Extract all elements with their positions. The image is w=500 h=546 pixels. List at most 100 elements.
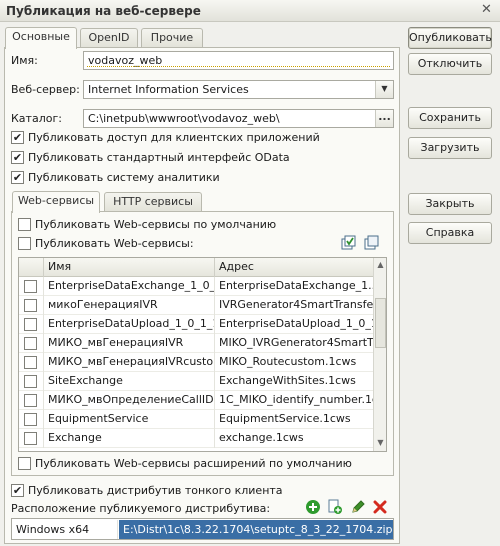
table-header: Имя Адрес <box>19 258 373 277</box>
publish-thin-client-checkbox[interactable]: ✔ <box>11 484 24 497</box>
service-name: EquipmentService <box>44 410 215 429</box>
service-address: EquipmentService.1cws <box>219 412 351 425</box>
distributive-location-label: Расположение публикуемого дистрибутива: <box>11 502 271 515</box>
service-address: 1C_MIKO_identify_number.1c... <box>219 393 373 406</box>
header-check-column <box>19 258 44 277</box>
scroll-up-icon[interactable]: ▲ <box>374 258 386 272</box>
table-row[interactable]: Windows x64 E:\Distr\1c\8.3.22.1704\setu… <box>12 520 393 539</box>
unpublish-button[interactable]: Отключить <box>408 53 492 75</box>
browse-button[interactable]: ... <box>375 110 393 127</box>
table-row[interactable]: микоГенерацияIVR IVRGenerator4SmartTransf… <box>19 296 373 315</box>
row-check-cell <box>19 353 44 372</box>
title-bar: Публикация на веб-сервере ✕ <box>0 0 500 22</box>
uncheck-all-icon[interactable] <box>364 235 380 251</box>
server-label: Веб-сервер: <box>11 83 80 96</box>
row-check-cell <box>19 315 44 334</box>
tab-http-services[interactable]: HTTP сервисы <box>104 192 202 212</box>
publish-thin-client-label: Публиковать дистрибутив тонкого клиента <box>28 484 283 497</box>
tab-openid[interactable]: OpenID <box>80 28 138 48</box>
table-row[interactable]: Exchange exchange.1cws <box>19 429 373 448</box>
row-checkbox[interactable] <box>24 432 37 445</box>
close-icon[interactable]: ✕ <box>479 3 494 18</box>
table-row[interactable]: EnterpriseDataUpload_1_0_1_1 EnterpriseDa… <box>19 315 373 334</box>
delete-icon[interactable] <box>372 499 388 515</box>
services-table: Имя Адрес EnterpriseDataExchange_1_0_1..… <box>18 257 387 452</box>
service-name: МИКО_мвГенерацияIVR <box>44 334 215 353</box>
save-button[interactable]: Сохранить <box>408 107 492 129</box>
row-checkbox[interactable] <box>24 413 37 426</box>
service-name: EnterpriseDataUpload_1_0_1_1 <box>44 315 215 334</box>
tab-web-services[interactable]: Web-сервисы <box>12 191 100 213</box>
publish-services-checkbox[interactable] <box>18 237 31 250</box>
row-checkbox[interactable] <box>24 299 37 312</box>
table-row[interactable]: EquipmentService EquipmentService.1cws <box>19 410 373 429</box>
scroll-down-icon[interactable]: ▼ <box>374 436 386 450</box>
catalog-field[interactable]: C:\inetpub\wwwroot\vodavoz_web\ ... <box>83 109 394 128</box>
row-check-cell <box>19 410 44 429</box>
header-name[interactable]: Имя <box>44 258 215 277</box>
service-name: МИКО_мвГенерацияIVRcustom <box>44 353 215 372</box>
publish-button[interactable]: Опубликовать <box>408 27 492 49</box>
services-scrollbar[interactable]: ▲ ▼ <box>373 258 386 451</box>
row-checkbox[interactable] <box>24 375 37 388</box>
help-button[interactable]: Справка <box>408 222 492 244</box>
publish-analytics-checkbox[interactable]: ✔ <box>11 171 24 184</box>
distributive-path[interactable]: E:\Distr\1c\8.3.22.1704\setuptc_8_3_22_1… <box>119 520 393 539</box>
service-address: exchange.1cws <box>219 431 304 444</box>
row-checkbox[interactable] <box>24 318 37 331</box>
publish-default-services-checkbox[interactable] <box>18 218 31 231</box>
publish-extensions-label: Публиковать Web-сервисы расширений по ум… <box>35 457 352 470</box>
table-row[interactable]: МИКО_мвГенерацияIVRcustom MIKO_Routecusto… <box>19 353 373 372</box>
publish-clients-label: Публиковать доступ для клиентских прилож… <box>28 131 320 144</box>
publish-clients-checkbox[interactable]: ✔ <box>11 131 24 144</box>
edit-icon[interactable] <box>350 499 366 515</box>
tab-main[interactable]: Основные <box>5 27 77 49</box>
table-row[interactable]: МИКО_мвОпределениеCallID 1C_MIKO_identify… <box>19 391 373 410</box>
tab-other[interactable]: Прочие <box>141 28 203 48</box>
publish-odata-checkbox[interactable]: ✔ <box>11 151 24 164</box>
row-checkbox[interactable] <box>24 337 37 350</box>
chevron-down-icon[interactable]: ▼ <box>375 81 393 98</box>
table-row[interactable]: МИКО_мвГенерацияIVR MIKO_IVRGenerator4Sma… <box>19 334 373 353</box>
row-checkbox[interactable] <box>24 394 37 407</box>
service-address: MIKO_IVRGenerator4SmartTr... <box>219 336 373 349</box>
publish-default-services-label: Публиковать Web-сервисы по умолчанию <box>35 218 277 231</box>
service-address: EnterpriseDataUpload_1_0_1... <box>219 317 373 330</box>
name-label: Имя: <box>11 54 38 67</box>
load-button[interactable]: Загрузить <box>408 137 492 159</box>
publish-services-label: Публиковать Web-сервисы: <box>35 237 194 250</box>
server-value: Internet Information Services <box>88 83 249 96</box>
window-title: Публикация на веб-сервере <box>6 4 201 18</box>
publish-extensions-checkbox[interactable] <box>18 457 31 470</box>
scroll-thumb[interactable] <box>375 298 386 348</box>
distributive-table: Windows x64 E:\Distr\1c\8.3.22.1704\setu… <box>11 518 394 540</box>
row-checkbox[interactable] <box>24 356 37 369</box>
catalog-value: C:\inetpub\wwwroot\vodavoz_web\ <box>88 112 280 125</box>
copy-add-icon[interactable] <box>327 499 343 515</box>
publish-analytics-label: Публиковать систему аналитики <box>28 171 220 184</box>
table-row[interactable]: SiteExchange ExchangeWithSites.1cws <box>19 372 373 391</box>
header-address[interactable]: Адрес <box>215 258 373 277</box>
check-all-icon[interactable] <box>341 235 357 251</box>
name-field[interactable]: vodavoz_web <box>83 51 394 70</box>
server-select[interactable]: Internet Information Services ▼ <box>83 80 394 99</box>
distributive-os: Windows x64 <box>12 520 118 539</box>
service-address: EnterpriseDataExchange_1... <box>219 279 373 292</box>
service-name: Exchange <box>44 429 215 448</box>
row-check-cell <box>19 296 44 315</box>
row-check-cell <box>19 429 44 448</box>
row-check-cell <box>19 372 44 391</box>
service-name: EnterpriseDataExchange_1_0_1... <box>44 277 215 296</box>
service-name: МИКО_мвОпределениеCallID <box>44 391 215 410</box>
add-icon[interactable] <box>305 499 321 515</box>
table-row[interactable]: EnterpriseDataExchange_1_0_1... Enterpris… <box>19 277 373 296</box>
service-address: ExchangeWithSites.1cws <box>219 374 356 387</box>
row-check-cell <box>19 334 44 353</box>
catalog-label: Каталог: <box>11 112 62 125</box>
service-address: IVRGenerator4SmartTransfer... <box>219 298 373 311</box>
service-name: микоГенерацияIVR <box>44 296 215 315</box>
service-name: SiteExchange <box>44 372 215 391</box>
close-button[interactable]: Закрыть <box>408 193 492 215</box>
row-checkbox[interactable] <box>24 280 37 293</box>
row-check-cell <box>19 277 44 296</box>
